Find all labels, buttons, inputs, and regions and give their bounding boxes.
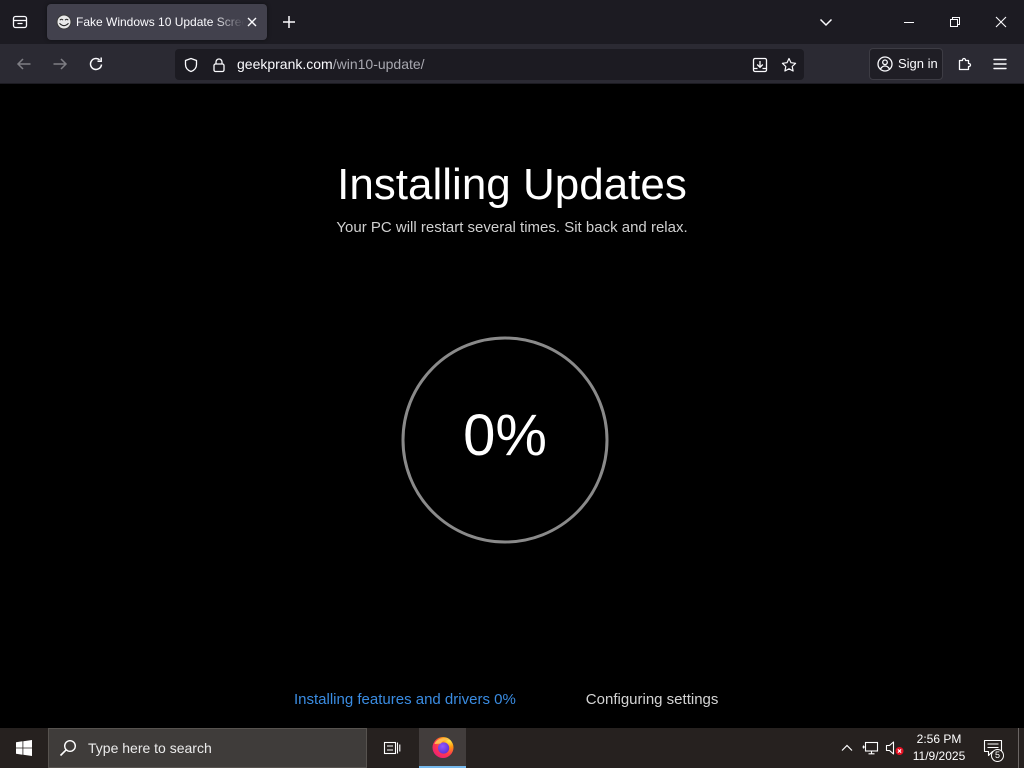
hamburger-menu-icon: [993, 58, 1007, 70]
network-button[interactable]: [859, 728, 883, 768]
clock-time: 2:56 PM: [916, 732, 962, 746]
step-installing-features: Installing features and drivers 0%: [294, 691, 516, 708]
extensions-button[interactable]: [949, 48, 981, 80]
taskbar: Type here to search 2:56 PM 11/9/2025 5: [0, 728, 1024, 768]
navigation-toolbar: geekprank.com/win10-update/ Sign in: [0, 44, 1024, 84]
lock-icon: [213, 57, 225, 72]
action-center-button[interactable]: 5: [978, 728, 1008, 768]
task-view-button[interactable]: [368, 728, 416, 768]
forward-arrow-icon: [53, 58, 68, 70]
close-icon: [995, 16, 1007, 28]
search-icon: [59, 739, 77, 757]
puzzle-piece-icon: [958, 57, 972, 71]
restore-icon: [950, 17, 960, 27]
back-arrow-icon: [16, 58, 31, 70]
update-steps: Installing features and drivers 0% Confi…: [294, 690, 718, 710]
show-hidden-icons-button[interactable]: [835, 728, 859, 768]
install-button[interactable]: [748, 53, 772, 76]
windows-logo-icon: [16, 740, 32, 756]
restore-button[interactable]: [932, 0, 978, 44]
step-configuring-settings: Configuring settings: [585, 691, 719, 708]
taskbar-app-firefox[interactable]: [419, 728, 466, 768]
close-icon: [247, 17, 257, 27]
plus-icon: [283, 16, 295, 28]
firefox-icon: [432, 737, 453, 758]
bookmark-button[interactable]: [777, 53, 801, 76]
chevron-up-icon: [841, 744, 853, 751]
trollface-icon: [56, 14, 72, 30]
tracking-protection-button[interactable]: [179, 53, 203, 76]
page-subtitle: Your PC will restart several times. Sit …: [336, 219, 688, 236]
url-path: /win10-update/: [332, 56, 425, 72]
url-bar[interactable]: geekprank.com/win10-update/: [175, 49, 804, 80]
tab-active[interactable]: Fake Windows 10 Update Scree: [47, 4, 267, 40]
url-text[interactable]: geekprank.com/win10-update/: [237, 49, 425, 80]
network-icon: [862, 741, 879, 755]
app-menu-button[interactable]: [984, 48, 1016, 80]
search-placeholder: Type here to search: [88, 740, 212, 756]
show-desktop-button[interactable]: [1018, 728, 1024, 768]
shield-icon: [184, 57, 198, 72]
volume-muted-icon: [885, 741, 904, 755]
notification-count-badge: 5: [991, 749, 1004, 762]
page-title: Installing Updates: [337, 160, 687, 209]
firefox-view-button[interactable]: [4, 6, 36, 38]
minimize-button[interactable]: [886, 0, 932, 44]
volume-button[interactable]: [883, 728, 907, 768]
firefox-view-icon: [12, 15, 28, 29]
reload-icon: [89, 57, 103, 71]
install-icon: [752, 57, 768, 72]
start-button[interactable]: [0, 728, 48, 768]
account-icon: [877, 56, 893, 72]
sign-in-button[interactable]: Sign in: [869, 48, 943, 80]
taskbar-search-box[interactable]: Type here to search: [48, 728, 367, 768]
tab-title: Fake Windows 10 Update Scree: [76, 15, 244, 29]
star-icon: [781, 57, 797, 72]
list-all-tabs-button[interactable]: [810, 6, 842, 38]
tab-close-button[interactable]: [242, 12, 262, 32]
chevron-down-icon: [819, 18, 833, 27]
progress-percent: 0%: [463, 403, 547, 468]
close-window-button[interactable]: [978, 0, 1024, 44]
forward-button[interactable]: [44, 48, 76, 80]
back-button[interactable]: [8, 48, 40, 80]
url-domain: geekprank.com: [237, 56, 333, 72]
clock[interactable]: 2:56 PM 11/9/2025: [906, 731, 972, 765]
reload-button[interactable]: [80, 48, 112, 80]
task-view-icon: [383, 741, 401, 755]
sign-in-label: Sign in: [898, 56, 938, 71]
clock-date: 11/9/2025: [912, 749, 966, 763]
tab-strip: Fake Windows 10 Update Scree: [0, 0, 1024, 44]
site-info-button[interactable]: [207, 53, 231, 76]
minimize-icon: [904, 22, 914, 23]
update-screen: Installing Updates Your PC will restart …: [0, 84, 1024, 728]
new-tab-button[interactable]: [273, 6, 305, 38]
